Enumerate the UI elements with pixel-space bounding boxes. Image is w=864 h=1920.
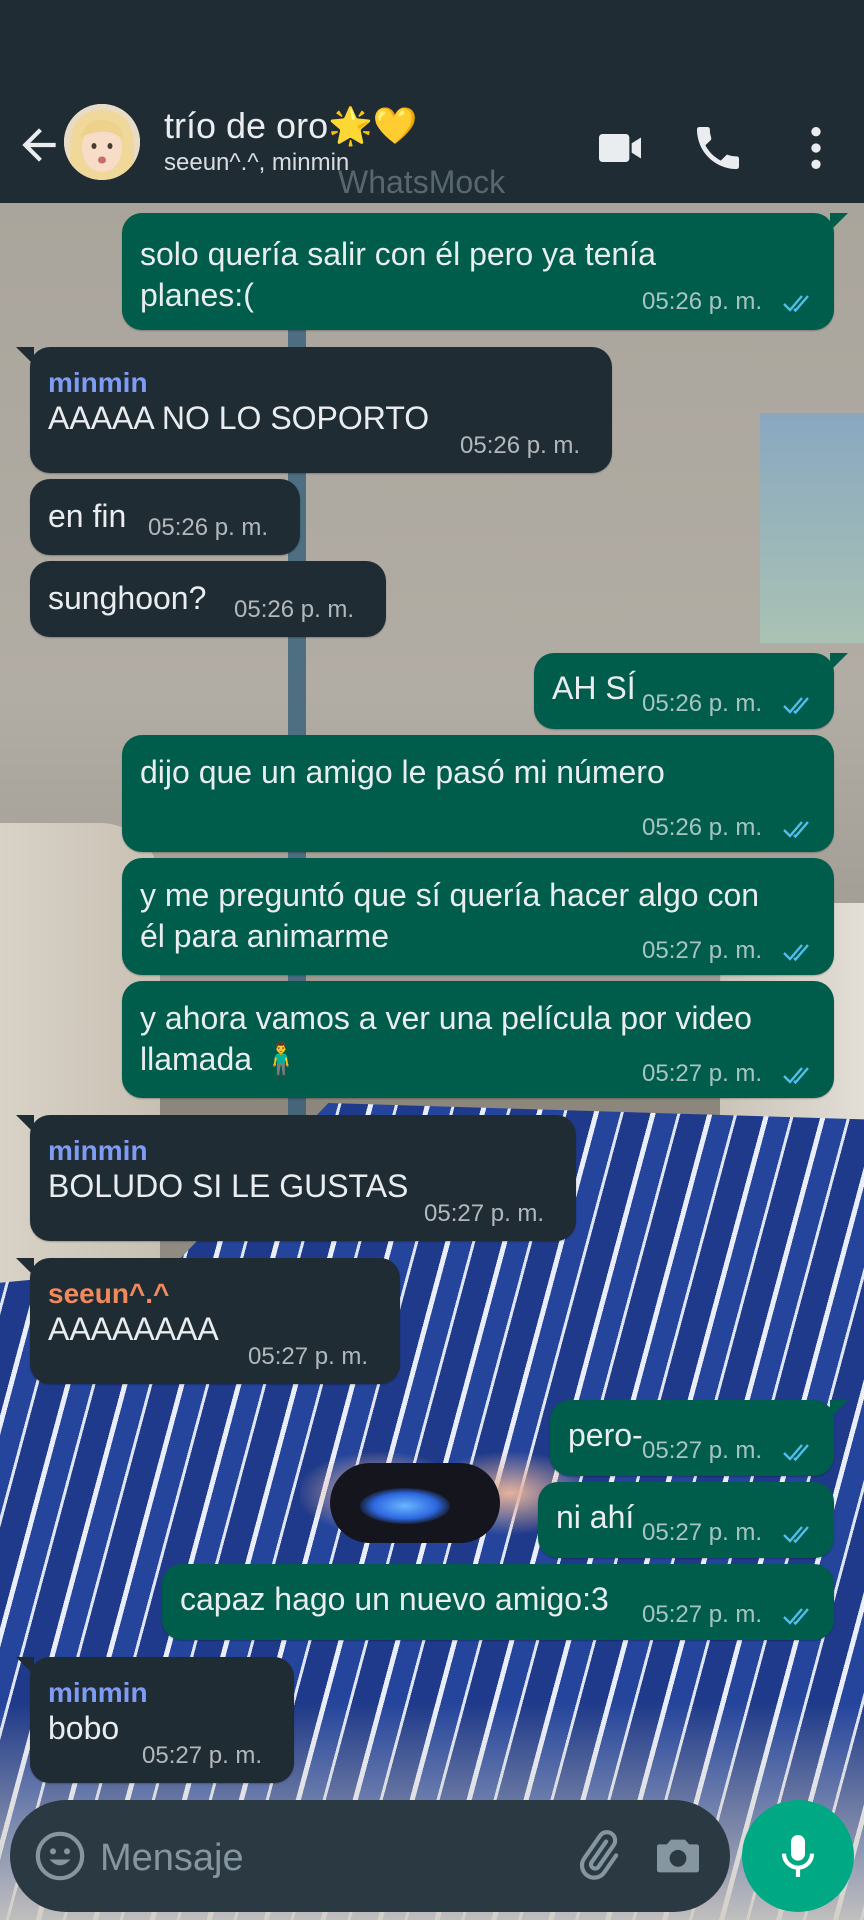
bubble-tail xyxy=(830,213,848,231)
video-call-icon[interactable] xyxy=(592,120,648,176)
mic-icon xyxy=(781,1835,815,1877)
incoming-message[interactable]: minmin bobo 05:27 p. m. xyxy=(16,1657,294,1783)
incoming-message[interactable]: sunghoon? 05:26 p. m. xyxy=(30,561,386,637)
watermark: WhatsMock xyxy=(338,164,506,200)
message-timestamp: 05:26 p. m. xyxy=(234,596,355,623)
chat-title: trío de oro🌟💛 xyxy=(164,105,418,146)
message-text: pero- xyxy=(568,1417,643,1453)
bubble-tail xyxy=(830,1400,848,1418)
outgoing-message[interactable]: y ahora vamos a ver una película por vid… xyxy=(122,981,834,1098)
message-text: en fin xyxy=(48,498,127,534)
bubble-tail xyxy=(16,1657,34,1675)
message-text: dijo que un amigo le pasó mi número xyxy=(140,754,665,790)
camera-icon[interactable] xyxy=(650,1828,706,1884)
double-check-icon xyxy=(782,1064,816,1086)
double-check-icon xyxy=(782,1605,816,1627)
avatar[interactable] xyxy=(64,104,140,180)
incoming-message[interactable]: minmin BOLUDO SI LE GUSTAS 05:27 p. m. xyxy=(16,1115,576,1241)
sender-name[interactable]: minmin xyxy=(48,1135,148,1167)
message-text: solo quería salir con él pero ya tenía p… xyxy=(140,236,656,313)
wallpaper-tv xyxy=(760,413,864,643)
double-check-icon xyxy=(782,941,816,963)
outgoing-message[interactable]: solo quería salir con él pero ya tenía p… xyxy=(122,213,848,330)
message-timestamp: 05:26 p. m. xyxy=(642,690,763,717)
message-text: BOLUDO SI LE GUSTAS xyxy=(48,1168,409,1204)
sender-name[interactable]: minmin xyxy=(48,367,148,399)
double-check-icon xyxy=(782,694,816,716)
chat-header: trío de oro🌟💛 seeun^.^, minmin WhatsMock xyxy=(0,100,864,203)
message-timestamp: 05:26 p. m. xyxy=(460,432,581,459)
message-timestamp: 05:27 p. m. xyxy=(142,1742,263,1769)
outgoing-message[interactable]: capaz hago un nuevo amigo:3 05:27 p. m. xyxy=(162,1564,834,1640)
incoming-message[interactable]: seeun^.^ AAAAAAAA 05:27 p. m. xyxy=(16,1258,400,1384)
double-check-icon xyxy=(782,1441,816,1463)
message-timestamp: 05:27 p. m. xyxy=(642,1060,763,1087)
message-input[interactable] xyxy=(98,1830,542,1886)
message-timestamp: 05:26 p. m. xyxy=(642,288,763,315)
message-text: capaz hago un nuevo amigo:3 xyxy=(180,1581,609,1617)
back-arrow-icon[interactable] xyxy=(14,120,64,170)
outgoing-message[interactable]: y me preguntó que sí quería hacer algo c… xyxy=(122,858,834,975)
message-text: bobo xyxy=(48,1710,120,1746)
message-text: AH SÍ xyxy=(552,670,636,706)
double-check-icon xyxy=(782,292,816,314)
message-text: ni ahí xyxy=(556,1499,635,1535)
incoming-message[interactable]: en fin 05:26 p. m. xyxy=(30,479,300,555)
bubble-tail xyxy=(16,1115,34,1133)
message-timestamp: 05:26 p. m. xyxy=(642,814,763,841)
message-timestamp: 05:27 p. m. xyxy=(642,1519,763,1546)
attach-icon[interactable] xyxy=(570,1828,626,1884)
sender-name[interactable]: seeun^.^ xyxy=(48,1278,169,1310)
bubble-tail xyxy=(830,653,848,671)
message-composer xyxy=(10,1800,730,1912)
bubble-tail xyxy=(16,1258,34,1276)
outgoing-message[interactable]: pero- 05:27 p. m. xyxy=(550,1400,848,1476)
message-timestamp: 05:27 p. m. xyxy=(642,1601,763,1628)
message-text: AAAAA NO LO SOPORTO xyxy=(48,400,430,436)
message-text: AAAAAAAA xyxy=(48,1311,219,1347)
message-timestamp: 05:27 p. m. xyxy=(642,1437,763,1464)
outgoing-message[interactable]: ni ahí 05:27 p. m. xyxy=(538,1482,834,1558)
double-check-icon xyxy=(782,1523,816,1545)
status-bar xyxy=(0,0,864,100)
voice-call-icon[interactable] xyxy=(690,120,746,176)
mic-button[interactable] xyxy=(742,1800,854,1912)
message-timestamp: 05:27 p. m. xyxy=(424,1200,545,1227)
message-timestamp: 05:27 p. m. xyxy=(642,937,763,964)
emoji-icon[interactable] xyxy=(32,1828,88,1884)
bubble-tail xyxy=(16,347,34,365)
message-timestamp: 05:27 p. m. xyxy=(248,1343,369,1370)
double-check-icon xyxy=(782,818,816,840)
wallpaper-controller-light xyxy=(360,1488,450,1524)
avatar-image xyxy=(64,104,140,180)
message-timestamp: 05:26 p. m. xyxy=(148,514,269,541)
message-text: sunghoon? xyxy=(48,580,207,616)
sender-name[interactable]: minmin xyxy=(48,1677,148,1709)
more-options-icon[interactable] xyxy=(788,120,844,176)
outgoing-message[interactable]: AH SÍ 05:26 p. m. xyxy=(534,653,848,729)
incoming-message[interactable]: minmin AAAAA NO LO SOPORTO 05:26 p. m. xyxy=(16,347,612,473)
outgoing-message[interactable]: dijo que un amigo le pasó mi número 05:26… xyxy=(122,735,834,852)
